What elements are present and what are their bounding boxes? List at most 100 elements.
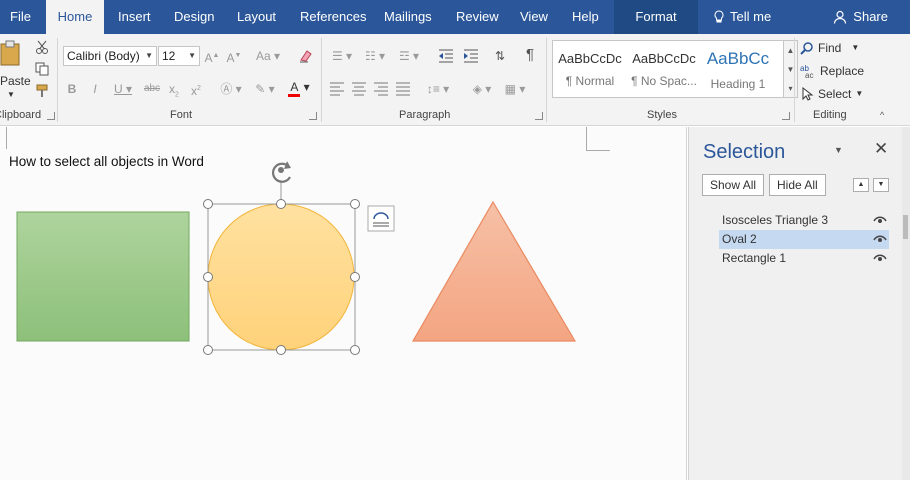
document-scrollbar[interactable]	[668, 127, 687, 480]
align-left-icon[interactable]	[329, 82, 345, 96]
line-spacing-icon[interactable]: ↕≡ ▾	[425, 80, 451, 98]
triangle-shape[interactable]	[411, 200, 577, 342]
change-case-icon[interactable]: Aa ▾	[254, 47, 282, 65]
resize-handle[interactable]	[276, 345, 286, 355]
rectangle-shape[interactable]	[16, 211, 190, 342]
tab-layout[interactable]: Layout	[227, 0, 286, 34]
justify-icon[interactable]	[395, 82, 411, 96]
paragraph-launcher[interactable]	[535, 112, 543, 120]
resize-handle[interactable]	[203, 199, 213, 209]
window-scrollbar[interactable]	[902, 127, 910, 480]
tab-format[interactable]: Format	[614, 0, 698, 34]
borders-icon[interactable]: ▦ ▾	[500, 80, 530, 98]
multilevel-list-icon[interactable]: ☲ ▾	[396, 47, 422, 65]
font-size-combo[interactable]: 12 ▼	[158, 46, 200, 66]
resize-handle[interactable]	[350, 272, 360, 282]
tab-review[interactable]: Review	[446, 0, 509, 34]
layout-options-icon[interactable]	[367, 205, 395, 232]
tab-home[interactable]: Home	[46, 0, 104, 34]
format-painter-icon[interactable]	[35, 84, 49, 98]
resize-handle[interactable]	[350, 345, 360, 355]
align-center-icon[interactable]	[351, 82, 367, 96]
font-name-value: Calibri (Body)	[67, 49, 140, 63]
shading-icon[interactable]: ◈ ▾	[469, 80, 495, 98]
align-right-icon[interactable]	[373, 82, 389, 96]
scroll-up-icon[interactable]: ▲	[784, 41, 797, 60]
selection-list-item[interactable]: Oval 2	[719, 230, 889, 249]
decrease-indent-icon[interactable]	[438, 49, 454, 63]
tab-insert[interactable]: Insert	[108, 0, 161, 34]
shrink-font-icon[interactable]: A▼	[226, 47, 242, 65]
bring-forward-icon[interactable]: ▲	[853, 178, 869, 192]
italic-icon[interactable]: I	[89, 80, 101, 98]
show-formatting-icon[interactable]: ¶	[522, 46, 538, 64]
close-icon[interactable]: ✕	[874, 139, 888, 159]
find-label: Find	[818, 41, 842, 55]
bullets-icon[interactable]: ☰ ▾	[330, 47, 354, 65]
cut-icon[interactable]	[35, 40, 49, 54]
tab-references[interactable]: References	[290, 0, 376, 34]
share-button[interactable]: Share	[833, 0, 888, 34]
superscript-icon[interactable]: x2	[189, 80, 203, 98]
scroll-thumb[interactable]	[903, 215, 908, 239]
eye-icon[interactable]	[873, 254, 887, 262]
tell-me-search[interactable]: Tell me	[704, 0, 781, 34]
style-heading-1[interactable]: AaBbCc Heading 1	[703, 41, 773, 97]
search-icon	[800, 42, 813, 55]
oval-shape[interactable]	[207, 203, 355, 351]
send-backward-icon[interactable]: ▼	[873, 178, 889, 192]
strikethrough-icon[interactable]: abc	[143, 80, 161, 98]
styles-launcher[interactable]	[782, 112, 790, 120]
font-size-value: 12	[162, 49, 176, 63]
font-name-combo[interactable]: Calibri (Body) ▼	[63, 46, 157, 66]
style-normal[interactable]: AaBbCcDc ¶ Normal	[555, 41, 625, 97]
numbering-icon[interactable]: ☷ ▾	[363, 47, 387, 65]
clear-formatting-icon[interactable]	[298, 48, 314, 64]
resize-handle[interactable]	[276, 199, 286, 209]
cursor-icon	[802, 87, 814, 101]
grow-font-icon[interactable]: A▲	[204, 47, 220, 65]
bold-icon[interactable]: B	[66, 80, 78, 98]
tab-help[interactable]: Help	[562, 0, 609, 34]
more-styles-icon[interactable]: ▾	[784, 79, 797, 98]
text-effects-icon[interactable]: Ⓐ ▾	[218, 80, 244, 98]
underline-icon[interactable]: U ▾	[111, 80, 135, 98]
tab-design[interactable]: Design	[164, 0, 224, 34]
paste-button[interactable]: Paste ▼	[0, 40, 31, 102]
font-color-icon[interactable]: A ▾	[286, 78, 312, 97]
resize-handle[interactable]	[203, 345, 213, 355]
font-group-label: Font	[170, 109, 193, 121]
select-button[interactable]: Select ▼	[800, 85, 863, 103]
replace-button[interactable]: ab ac Replace	[800, 62, 864, 80]
style-no-spacing[interactable]: AaBbCcDc ¶ No Spac...	[629, 41, 699, 97]
rotate-handle-icon[interactable]	[271, 161, 291, 183]
scroll-down-icon[interactable]: ▼	[784, 60, 797, 79]
collapse-ribbon-icon[interactable]: ^	[880, 110, 884, 120]
tab-file[interactable]: File	[0, 0, 41, 34]
tab-mailings[interactable]: Mailings	[374, 0, 442, 34]
clipboard-group-label: Clipboard	[0, 109, 42, 121]
resize-handle[interactable]	[350, 199, 360, 209]
divider	[546, 38, 547, 122]
selection-list-item[interactable]: Rectangle 1	[719, 249, 889, 268]
eye-icon[interactable]	[873, 216, 887, 224]
replace-label: Replace	[820, 64, 865, 78]
highlight-icon[interactable]: ✎ ▾	[250, 80, 280, 98]
selection-list-item[interactable]: Isosceles Triangle 3	[719, 211, 889, 230]
find-button[interactable]: Find ▼	[800, 39, 859, 57]
eye-icon[interactable]	[873, 235, 887, 243]
font-launcher[interactable]	[309, 112, 317, 120]
sort-icon[interactable]: ⇅	[491, 47, 509, 65]
increase-indent-icon[interactable]	[463, 49, 479, 63]
resize-handle[interactable]	[203, 272, 213, 282]
pane-options-icon[interactable]: ▼	[834, 145, 843, 155]
clipboard-launcher[interactable]	[47, 112, 55, 120]
styles-scroll[interactable]: ▲ ▼ ▾	[784, 40, 798, 98]
paste-label: Paste	[0, 74, 31, 88]
tab-view[interactable]: View	[510, 0, 558, 34]
divider	[57, 38, 58, 122]
subscript-icon[interactable]: x2	[167, 80, 181, 98]
copy-icon[interactable]	[35, 62, 49, 76]
show-all-button[interactable]: Show All	[702, 174, 765, 196]
hide-all-button[interactable]: Hide All	[769, 174, 826, 196]
